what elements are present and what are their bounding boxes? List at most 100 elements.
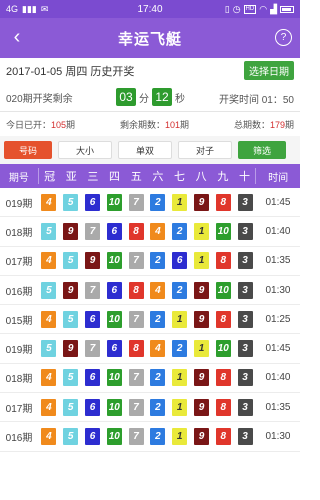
- ball-cell: 4: [38, 310, 60, 328]
- ball-cell: 10: [103, 193, 125, 211]
- ball-number: 10: [215, 281, 231, 299]
- ball-number: 7: [84, 222, 100, 240]
- ball-number: 3: [237, 252, 253, 270]
- ball-number: 5: [63, 310, 79, 328]
- ball-cell: 6: [82, 398, 104, 416]
- ball-cell: 9: [191, 193, 213, 211]
- ball-cell: 10: [103, 252, 125, 270]
- ball-number: 4: [41, 398, 57, 416]
- ball-cell: 9: [191, 398, 213, 416]
- row-time: 01:45: [265, 343, 291, 355]
- ball-number: 7: [128, 193, 144, 211]
- ball-cell: 10: [103, 428, 125, 446]
- ball-number: 5: [63, 369, 79, 387]
- status-left: 4G ▮▮▮ ✉: [6, 4, 48, 15]
- ball-number: 10: [106, 252, 122, 270]
- ball-number: 2: [150, 193, 166, 211]
- ball-number: 1: [193, 340, 209, 358]
- ball-number: 1: [193, 222, 209, 240]
- row-issue: 018期: [5, 227, 33, 239]
- table-header: 期号 冠 亚 三 四 五 六 七 八 九 十 时间: [0, 164, 300, 188]
- ball-cell: 1: [191, 222, 213, 240]
- header-position: 七: [174, 171, 186, 183]
- ball-number: 3: [237, 281, 253, 299]
- ball-number: 6: [84, 398, 100, 416]
- ball-cell: 5: [60, 369, 82, 387]
- ball-cell: 4: [38, 369, 60, 387]
- ball-cell: 7: [82, 281, 104, 299]
- ball-number: 6: [106, 222, 122, 240]
- ball-cell: 9: [191, 281, 213, 299]
- ball-cell: 7: [125, 369, 147, 387]
- filter-button[interactable]: 筛选: [238, 141, 286, 159]
- remain-prefix: 剩余期数：: [119, 119, 165, 130]
- ball-number: 3: [237, 222, 253, 240]
- total-prefix: 总期数：: [233, 119, 270, 130]
- ball-cell: 3: [234, 398, 256, 416]
- opened-suffix: 期: [66, 119, 76, 130]
- ball-cell: 3: [234, 193, 256, 211]
- header-position: 九: [217, 171, 229, 183]
- ball-number: 8: [215, 428, 231, 446]
- table-row: 018期 5 9 7 6 8 4 2 1 10 3 01:40: [0, 217, 300, 247]
- ball-number: 4: [41, 310, 57, 328]
- ball-number: 3: [237, 340, 253, 358]
- ball-cell: 8: [212, 369, 234, 387]
- ball-cell: 6: [82, 310, 104, 328]
- remain-stat: 剩余期数：101期: [120, 118, 189, 131]
- header-position: 三: [87, 171, 99, 183]
- ball-cell: 2: [147, 252, 169, 270]
- table-row: 019期 5 9 7 6 8 4 2 1 10 3 01:45: [0, 334, 300, 364]
- ball-number: 5: [41, 222, 57, 240]
- ball-number: 10: [106, 398, 122, 416]
- minutes-unit: 分: [139, 93, 149, 105]
- ball-number: 1: [172, 310, 188, 328]
- ball-cell: 5: [60, 428, 82, 446]
- ball-cell: 6: [82, 193, 104, 211]
- countdown-label: 020期开奖剩余: [6, 93, 73, 105]
- row-time: 01:30: [265, 431, 291, 443]
- tab-odd-even[interactable]: 单双: [118, 141, 172, 159]
- ball-cell: 10: [212, 340, 234, 358]
- row-issue: 015期: [5, 315, 33, 327]
- row-issue: 019期: [5, 345, 33, 357]
- ball-cell: 8: [212, 310, 234, 328]
- ball-number: 1: [172, 428, 188, 446]
- ball-number: 6: [172, 252, 188, 270]
- tab-number[interactable]: 号码: [4, 141, 52, 159]
- ball-cell: 5: [38, 222, 60, 240]
- ball-number: 2: [150, 310, 166, 328]
- ball-cell: 1: [191, 252, 213, 270]
- ball-cell: 1: [169, 369, 191, 387]
- ball-cell: 1: [169, 193, 191, 211]
- signal-bars-icon: ▟: [270, 3, 277, 14]
- app-header: ‹ 幸运飞艇 ?: [0, 18, 300, 58]
- ball-cell: 5: [60, 252, 82, 270]
- total-suffix: 期: [284, 119, 294, 130]
- table-row: 017期 4 5 6 10 7 2 1 9 8 3 01:35: [0, 393, 300, 423]
- help-icon[interactable]: ?: [275, 29, 292, 46]
- ball-cell: 2: [147, 310, 169, 328]
- ball-number: 7: [128, 310, 144, 328]
- tab-size[interactable]: 大小: [58, 141, 112, 159]
- ball-cell: 2: [169, 281, 191, 299]
- ball-cell: 5: [60, 310, 82, 328]
- tab-pair[interactable]: 对子: [178, 141, 232, 159]
- ball-cell: 4: [38, 398, 60, 416]
- ball-cell: 3: [234, 281, 256, 299]
- table-row: 016期 4 5 6 10 7 2 1 9 8 3 01:30: [0, 422, 300, 452]
- back-icon[interactable]: ‹: [8, 26, 26, 48]
- ball-number: 2: [150, 369, 166, 387]
- ball-cell: 5: [38, 340, 60, 358]
- ball-cell: 10: [212, 222, 234, 240]
- ball-cell: 3: [234, 340, 256, 358]
- alarm-icon: ◷: [232, 3, 241, 14]
- ball-number: 1: [172, 193, 188, 211]
- ball-cell: 2: [147, 369, 169, 387]
- ball-cell: 1: [169, 428, 191, 446]
- select-date-button[interactable]: 选择日期: [244, 61, 294, 80]
- ball-cell: 5: [60, 193, 82, 211]
- ball-cell: 8: [212, 193, 234, 211]
- opened-count: 105: [51, 119, 67, 130]
- row-time: 01:35: [265, 401, 291, 413]
